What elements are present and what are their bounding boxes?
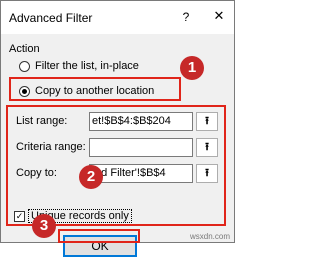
dialog-title: Advanced Filter: [9, 11, 93, 25]
step-badge-3: 3: [32, 214, 56, 238]
step-badge-2: 2: [79, 165, 103, 189]
highlight-box-ok: [58, 229, 140, 243]
step-badge-1: 1: [180, 56, 204, 80]
close-icon[interactable]: ✕: [211, 8, 227, 24]
watermark: wsxdn.com: [190, 232, 231, 241]
help-icon[interactable]: ?: [179, 10, 193, 24]
radio-label-filter-in-place: Filter the list, in-place: [35, 60, 139, 72]
highlight-box-fields: [6, 105, 226, 226]
highlight-box-action: [9, 77, 181, 101]
radio-button-filter-in-place[interactable]: [19, 61, 30, 72]
title-bar: Advanced Filter ? ✕: [1, 1, 234, 34]
action-section-label: Action: [9, 43, 40, 55]
